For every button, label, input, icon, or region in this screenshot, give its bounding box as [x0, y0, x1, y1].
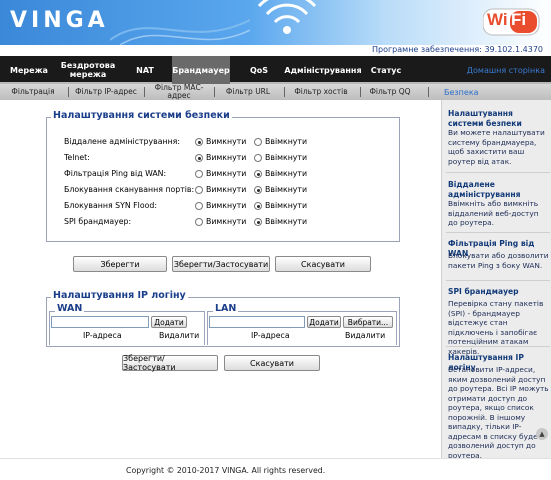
help-separator: [446, 346, 550, 347]
version-bar: Програмне забезпечення: 39.102.1.4370: [0, 45, 551, 56]
help-tab-security[interactable]: Безпека: [444, 84, 479, 100]
radio-spi-enable[interactable]: [254, 218, 262, 226]
scroll-up-icon[interactable]: ▲: [536, 428, 548, 440]
lan-ip-input[interactable]: [209, 316, 305, 328]
radio-ping-wan-disable[interactable]: [195, 170, 203, 178]
brand-logo: VINGA: [10, 8, 109, 33]
wan-ip-input[interactable]: [51, 316, 149, 328]
subnav-url-filter[interactable]: Фільтр URL: [218, 84, 278, 100]
subnav-separator: [214, 87, 215, 97]
radio-label-enable: Ввімкнути: [265, 137, 308, 146]
subnav-separator: [360, 87, 361, 97]
radio-label-enable: Ввімкнути: [265, 169, 308, 178]
copyright-text: Copyright © 2010-2017 VINGA. All rights …: [126, 466, 326, 475]
radio-telnet-disable[interactable]: [195, 154, 203, 162]
sub-nav: Фільтрація Фільтр IP-адрес Фільтр МАС-ад…: [0, 84, 551, 100]
main-nav: Мережа Бездротова мережа NAT Брандмауер …: [0, 56, 551, 84]
save-button[interactable]: Зберегти: [73, 256, 167, 272]
wan-col-delete: Видалити: [159, 331, 200, 340]
lan-choose-button[interactable]: Вибрати...: [343, 316, 393, 328]
help-title-spi: SPI брандмауер: [448, 287, 519, 296]
nav-status[interactable]: Статус: [364, 56, 408, 84]
wan-col-ip: IP-адреса: [83, 331, 122, 340]
radio-syn-flood-enable[interactable]: [254, 202, 262, 210]
subnav-separator: [144, 87, 145, 97]
lan-col-ip: IP-адреса: [251, 331, 290, 340]
lan-title: LAN: [213, 303, 239, 314]
radio-remote-admin-disable[interactable]: [195, 138, 203, 146]
wifi-logo: Wi Fi: [483, 7, 541, 37]
row-label-spi: SPI брандмауер:: [64, 217, 132, 226]
radio-label-enable: Ввімкнути: [265, 153, 308, 162]
ip-login-box: Налаштування IP логіну WAN Додати IP-адр…: [46, 290, 400, 347]
help-separator: [446, 280, 550, 281]
radio-port-scan-disable[interactable]: [195, 186, 203, 194]
login-save-apply-button[interactable]: Зберегти/Застосувати: [122, 354, 218, 372]
help-separator: [446, 172, 550, 173]
radio-label-disable: Вимкнути: [206, 169, 247, 178]
radio-label-enable: Ввімкнути: [265, 217, 308, 226]
help-sidebar: Налаштування системи безпеки Ви можете н…: [441, 100, 551, 460]
wan-title: WAN: [55, 303, 85, 314]
row-label-syn-flood: Блокування SYN Flood:: [64, 201, 157, 210]
save-apply-button[interactable]: Зберегти/Застосувати: [172, 256, 270, 272]
subnav-mac-filter[interactable]: Фільтр МАС-адрес: [148, 84, 210, 100]
subnav-ip-filter[interactable]: Фільтр IP-адрес: [72, 84, 140, 100]
subnav-host-filter[interactable]: Фільтр хостів: [288, 84, 354, 100]
wifi-logo-text-wi: Wi: [487, 10, 508, 29]
help-title-remote-admin: Віддалене адміністрування: [448, 180, 521, 199]
help-text-remote-admin: Ввімкніть або вимкніть віддалений веб-до…: [448, 199, 539, 227]
radio-label-disable: Вимкнути: [206, 217, 247, 226]
footer: Copyright © 2010-2017 VINGA. All rights …: [0, 458, 551, 480]
lan-add-button[interactable]: Додати: [307, 316, 341, 328]
nav-network[interactable]: Мережа: [4, 56, 54, 84]
row-label-telnet: Telnet:: [64, 153, 90, 162]
radio-spi-disable[interactable]: [195, 218, 203, 226]
row-label-ping-wan: Фільтрація Ping від WAN:: [64, 169, 167, 178]
security-settings-title: Налаштування системи безпеки: [51, 110, 232, 121]
radio-label-enable: Ввімкнути: [265, 185, 308, 194]
radio-label-disable: Вимкнути: [206, 185, 247, 194]
radio-ping-wan-enable[interactable]: [254, 170, 262, 178]
login-cancel-button[interactable]: Скасувати: [224, 355, 320, 371]
home-page-link[interactable]: Домашня сторінка: [467, 56, 545, 84]
radio-telnet-enable[interactable]: [254, 154, 262, 162]
help-text-spi: Перевірка стану пакетів (SPI) - брандмау…: [448, 299, 544, 356]
nav-firewall[interactable]: Брандмауер: [172, 56, 230, 84]
main-content: Налаштування системи безпеки Віддалене а…: [0, 100, 441, 458]
decorative-swoosh: [110, 19, 250, 45]
nav-wireless[interactable]: Бездротова мережа: [56, 56, 120, 84]
security-settings-box: Налаштування системи безпеки Віддалене а…: [46, 110, 400, 242]
subnav-qq-filter[interactable]: Фільтр QQ: [364, 84, 416, 100]
header-banner: VINGA Wi Fi: [0, 0, 551, 45]
cancel-button[interactable]: Скасувати: [275, 256, 371, 272]
subnav-separator: [68, 87, 69, 97]
row-label-port-scan: Блокування сканування портів:: [64, 185, 195, 194]
radio-label-enable: Ввімкнути: [265, 201, 308, 210]
firmware-version: Програмне забезпечення: 39.102.1.4370: [371, 45, 543, 54]
nav-qos[interactable]: QoS: [236, 56, 282, 84]
wan-add-button[interactable]: Додати: [151, 316, 187, 328]
nav-administration[interactable]: Адміністрування: [284, 56, 362, 84]
radio-label-disable: Вимкнути: [206, 201, 247, 210]
help-separator: [446, 232, 550, 233]
radio-port-scan-enable[interactable]: [254, 186, 262, 194]
help-text-security: Ви можете налаштувати систему брандмауер…: [448, 128, 545, 166]
nav-nat[interactable]: NAT: [122, 56, 168, 84]
wifi-waves-icon: [257, 0, 317, 34]
row-label-remote-admin: Віддалене адміністрування:: [64, 137, 180, 146]
help-title-security: Налаштування системи безпеки: [448, 109, 522, 128]
radio-remote-admin-enable[interactable]: [254, 138, 262, 146]
subnav-filtering[interactable]: Фільтрація: [4, 84, 62, 100]
radio-syn-flood-disable[interactable]: [195, 202, 203, 210]
help-text-ping-wan: Блокувати або дозволити пакети Ping з бо…: [448, 251, 549, 270]
ip-login-title: Налаштування IP логіну: [51, 290, 188, 301]
subnav-separator: [428, 87, 429, 97]
radio-label-disable: Вимкнути: [206, 153, 247, 162]
wifi-logo-text-fi: Fi: [511, 10, 527, 29]
lan-col-delete: Видалити: [345, 331, 386, 340]
subnav-separator: [284, 87, 285, 97]
radio-label-disable: Вимкнути: [206, 137, 247, 146]
help-text-ip-login: Встановити IP-адреси, яким дозволений до…: [448, 365, 549, 460]
